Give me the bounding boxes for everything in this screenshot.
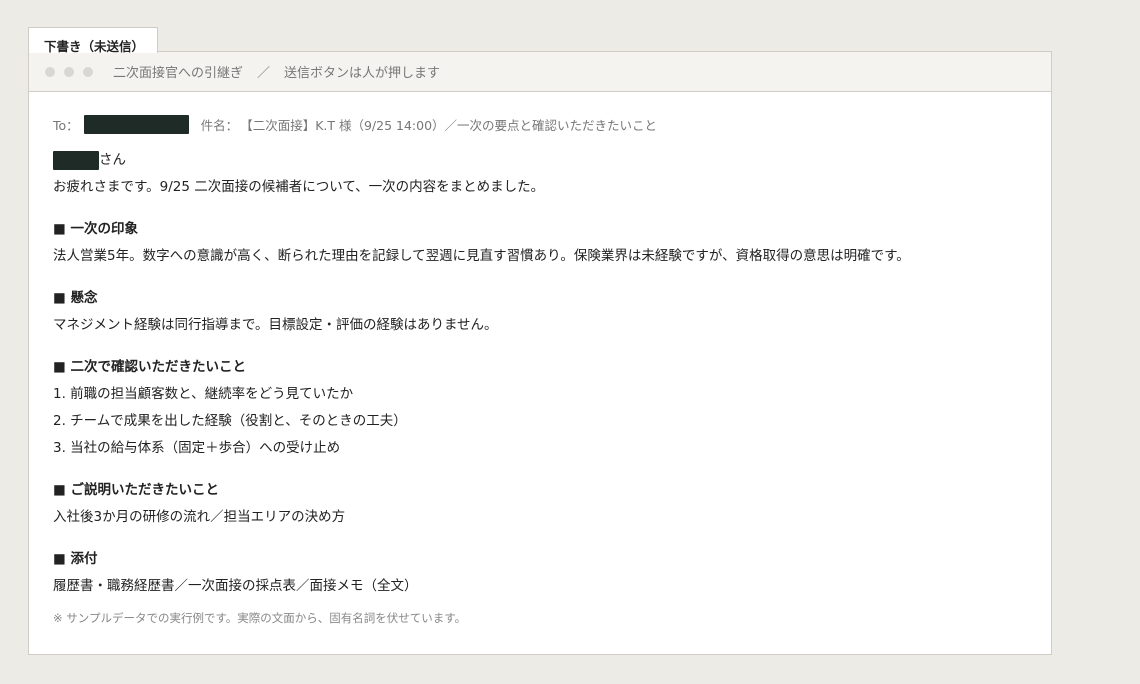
window-titlebar: 二次面接官への引継ぎ ／ 送信ボタンは人が押します [29, 52, 1051, 92]
section-impression: ■ 一次の印象 法人営業5年。数字への意識が高く、断られた理由を記録して翌週に見… [53, 216, 1027, 270]
greeting: さん [53, 147, 1027, 174]
section-title: ■ ご説明いただきたいこと [53, 482, 219, 498]
section-concerns: ■ 懸念 マネジメント経験は同行指導まで。目標設定・評価の経験はありません。 [53, 285, 1027, 339]
email-draft-window: 二次面接官への引継ぎ ／ 送信ボタンは人が押します To： 件名： 【二次面接】K.… [28, 51, 1052, 655]
draft-tab[interactable]: 下書き（未送信） [28, 27, 158, 54]
to-label: To： [53, 117, 79, 133]
greeting-suffix: さん [99, 152, 126, 168]
email-header: To： 件名： 【二次面接】K.T 様（9/25 14:00）／一次の要点と確認… [53, 114, 1027, 134]
section-title: ■ 懸念 [53, 290, 98, 306]
section-line: 入社後3か月の研修の流れ／担当エリアの決め方 [53, 509, 346, 525]
window-dot-icon [83, 66, 93, 77]
section-explain: ■ ご説明いただきたいこと 入社後3か月の研修の流れ／担当エリアの決め方 [53, 477, 1027, 531]
window-dot-icon [64, 66, 74, 77]
section-title: ■ 二次で確認いただきたいこと [53, 359, 246, 375]
redacted-name [53, 151, 99, 170]
section-title: ■ 添付 [53, 551, 98, 567]
footnote: ※ サンプルデータでの実行例です。実際の文面から、固有名詞を伏せています。 [53, 611, 467, 625]
subject-label: 件名： [200, 117, 239, 133]
email-body[interactable]: さん お疲れさまです。9/25 二次面接の候補者について、一次の内容をまとめまし… [53, 147, 1027, 600]
section-line: 履歴書・職務経歴書／一次面接の採点表／面接メモ（全文） [53, 578, 418, 594]
title-right: 送信ボタンは人が押します [284, 66, 441, 81]
section-confirm: ■ 二次で確認いただきたいこと 1. 前職の担当顧客数と、継続率をどう見ていたか… [53, 354, 1027, 462]
section-title: ■ 一次の印象 [53, 221, 138, 237]
section-line: 3. 当社の給与体系（固定＋歩合）への受け止め [53, 440, 341, 456]
intro-text: お疲れさまです。9/25 二次面接の候補者について、一次の内容をまとめました。 [53, 179, 545, 195]
section-attachments: ■ 添付 履歴書・職務経歴書／一次面接の採点表／面接メモ（全文） [53, 546, 1027, 600]
subject-text[interactable]: 【二次面接】K.T 様（9/25 14:00）／一次の要点と確認いただきたいこと [240, 115, 657, 134]
section-line: 法人営業5年。数字への意識が高く、断られた理由を記録して翌週に見直す習慣あり。保… [53, 248, 910, 264]
redacted-recipient[interactable] [83, 114, 189, 134]
section-line: 2. チームで成果を出した経験（役割と、そのときの工夫） [53, 413, 407, 429]
title-left: 二次面接官への引継ぎ [113, 66, 244, 81]
section-line: マネジメント経験は同行指導まで。目標設定・評価の経験はありません。 [53, 317, 498, 333]
section-line: 1. 前職の担当顧客数と、継続率をどう見ていたか [53, 386, 354, 402]
email-content: To： 件名： 【二次面接】K.T 様（9/25 14:00）／一次の要点と確認… [29, 114, 1051, 626]
window-dot-icon [45, 66, 55, 77]
window-title: 二次面接官への引継ぎ ／ 送信ボタンは人が押します [113, 62, 440, 81]
title-separator: ／ [257, 66, 271, 81]
